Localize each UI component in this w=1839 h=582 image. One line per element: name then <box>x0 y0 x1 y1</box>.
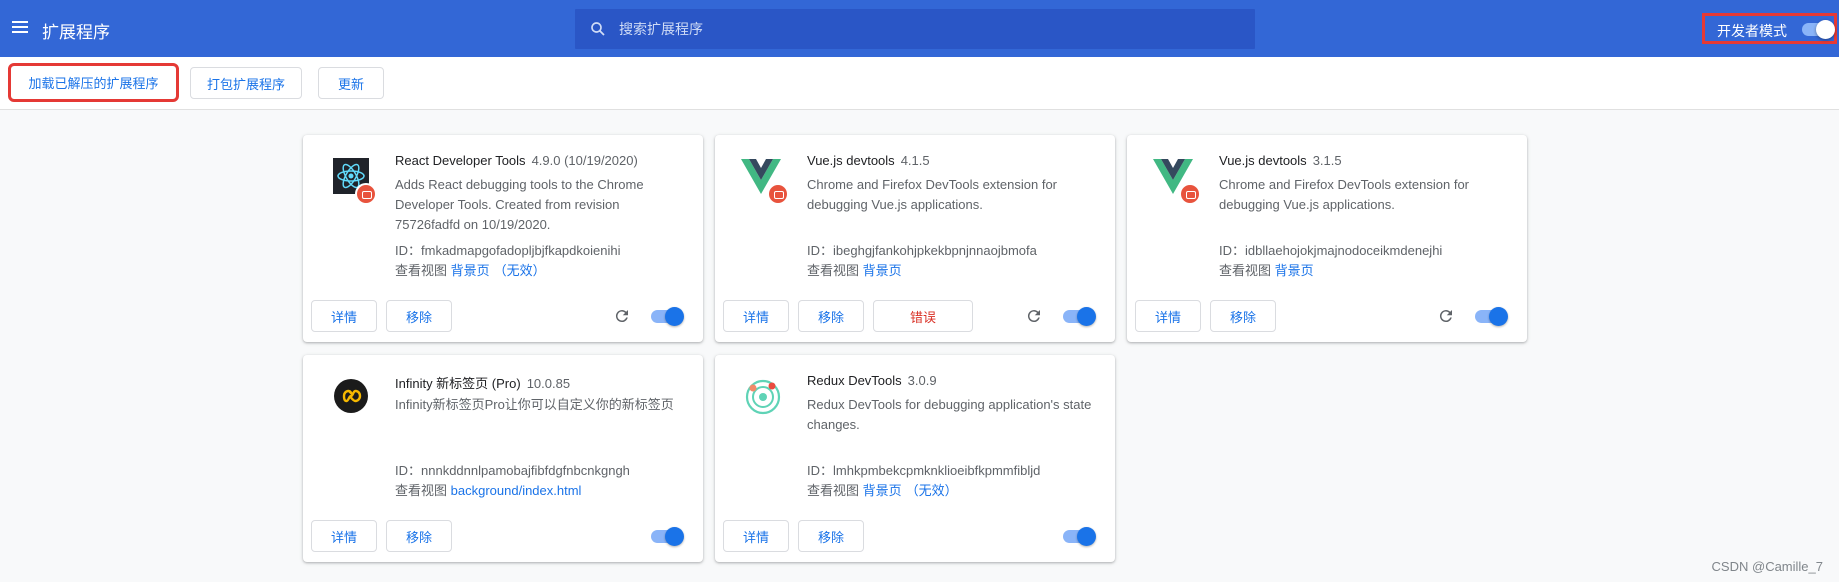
search-input[interactable] <box>619 18 1219 40</box>
watermark: CSDN @Camille_7 <box>1711 559 1823 574</box>
extension-name: Vue.js devtools <box>1219 153 1307 168</box>
inspect-views-label: 查看视图 <box>807 483 860 498</box>
extension-id: idbllaehojokjmajnodoceikmdenejhi <box>1245 243 1443 258</box>
enable-toggle[interactable] <box>651 307 684 326</box>
extension-card: Vue.js devtools 4.1.5 Chrome and Firefox … <box>715 135 1115 342</box>
id-label: ID： <box>807 463 834 478</box>
reload-icon[interactable] <box>1437 307 1455 325</box>
extension-description: Chrome and Firefox DevTools extension fo… <box>807 177 1058 212</box>
inspect-views-label: 查看视图 <box>395 483 448 498</box>
extension-id: fmkadmapgofadopljbjfkapdkoienihi <box>421 243 621 258</box>
react-icon <box>327 155 377 205</box>
id-label: ID： <box>395 463 422 478</box>
background-page-link[interactable]: 背景页 <box>1275 263 1314 278</box>
extension-version: 4.9.0 (10/19/2020) <box>531 153 638 168</box>
id-label: ID： <box>395 243 422 258</box>
developer-mode-control: 开发者模式 <box>1702 13 1837 44</box>
id-label: ID： <box>1219 243 1246 258</box>
developer-mode-label: 开发者模式 <box>1717 23 1787 39</box>
enable-toggle[interactable] <box>1063 307 1096 326</box>
enable-toggle[interactable] <box>1063 527 1096 546</box>
extension-card: Vue.js devtools 3.1.5 Chrome and Firefox … <box>1127 135 1527 342</box>
extension-description: Redux DevTools for debugging application… <box>807 397 1092 432</box>
extension-version: 10.0.85 <box>526 376 571 391</box>
details-button[interactable]: 详情 <box>723 300 789 332</box>
background-page-link[interactable]: background/index.html <box>451 483 582 498</box>
inactive-label: （无效） <box>905 483 958 498</box>
extension-version: 3.0.9 <box>907 373 937 388</box>
remove-button[interactable]: 移除 <box>1210 300 1276 332</box>
reload-icon[interactable] <box>1025 307 1043 325</box>
reload-icon[interactable] <box>613 307 631 325</box>
infinity-icon <box>327 375 375 423</box>
search-icon <box>591 22 605 36</box>
remove-button[interactable]: 移除 <box>798 520 864 552</box>
extension-description: Chrome and Firefox DevTools extension fo… <box>1219 177 1470 212</box>
details-button[interactable]: 详情 <box>311 300 377 332</box>
extension-id: nnnkddnnlpamobajfibfdgfnbcnkgngh <box>421 463 630 478</box>
id-label: ID： <box>807 243 834 258</box>
vue-icon <box>739 155 789 205</box>
inspect-views-label: 查看视图 <box>1219 263 1272 278</box>
inspect-views-label: 查看视图 <box>395 263 448 278</box>
background-page-link[interactable]: 背景页 <box>863 263 902 278</box>
inspect-views-label: 查看视图 <box>807 263 860 278</box>
extension-card: Redux DevTools 3.0.9 Redux DevTools for d… <box>715 355 1115 562</box>
redux-icon <box>739 375 787 423</box>
background-page-link[interactable]: 背景页 <box>863 483 902 498</box>
details-button[interactable]: 详情 <box>723 520 789 552</box>
dev-toolbar: 加载已解压的扩展程序 打包扩展程序 更新 <box>0 57 1839 110</box>
extension-name: Infinity 新标签页 (Pro) <box>395 376 521 391</box>
extension-version: 4.1.5 <box>900 153 930 168</box>
page-title: 扩展程序 <box>42 23 110 42</box>
unpacked-badge-icon <box>767 183 789 205</box>
extension-version: 3.1.5 <box>1312 153 1342 168</box>
top-bar: 扩展程序 开发者模式 <box>0 0 1839 57</box>
extension-id: lmhkpmbekcpmknklioeibfkpmmfibljd <box>833 463 1041 478</box>
developer-mode-toggle[interactable] <box>1802 20 1835 39</box>
extension-name: Vue.js devtools <box>807 153 895 168</box>
search-box[interactable] <box>575 9 1255 49</box>
extension-id: ibeghgjfankohjpkekbpnjnnaojbmofa <box>833 243 1037 258</box>
vue-icon <box>1151 155 1201 205</box>
background-page-link[interactable]: 背景页 <box>451 263 490 278</box>
remove-button[interactable]: 移除 <box>798 300 864 332</box>
extension-card: React Developer Tools 4.9.0 (10/19/2020) … <box>303 135 703 342</box>
extension-description: Adds React debugging tools to the Chrome… <box>395 177 644 232</box>
remove-button[interactable]: 移除 <box>386 520 452 552</box>
extension-name: Redux DevTools <box>807 373 902 388</box>
extension-card: Infinity 新标签页 (Pro) 10.0.85 Infinity新标签页P… <box>303 355 703 562</box>
unpacked-badge-icon <box>1179 183 1201 205</box>
pack-extension-button[interactable]: 打包扩展程序 <box>190 67 302 99</box>
load-unpacked-button[interactable]: 加载已解压的扩展程序 <box>8 63 179 102</box>
update-button[interactable]: 更新 <box>318 67 384 99</box>
remove-button[interactable]: 移除 <box>386 300 452 332</box>
extension-description: Infinity新标签页Pro让你可以自定义你的新标签页 <box>395 397 674 412</box>
menu-icon[interactable] <box>10 18 30 38</box>
extension-name: React Developer Tools <box>395 153 526 168</box>
details-button[interactable]: 详情 <box>311 520 377 552</box>
unpacked-badge-icon <box>355 183 377 205</box>
details-button[interactable]: 详情 <box>1135 300 1201 332</box>
errors-button[interactable]: 错误 <box>873 300 973 332</box>
enable-toggle[interactable] <box>651 527 684 546</box>
enable-toggle[interactable] <box>1475 307 1508 326</box>
inactive-label: （无效） <box>493 263 546 278</box>
